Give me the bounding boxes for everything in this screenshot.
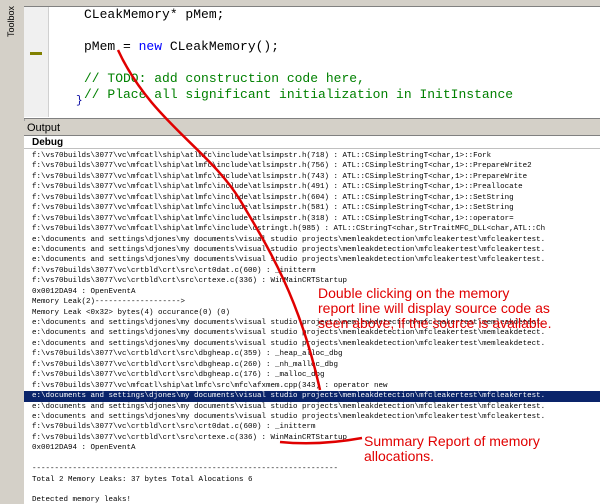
output-line-selected[interactable]: e:\documents and settings\djones\my docu…: [24, 391, 600, 402]
output-line[interactable]: f:\vs70builds\3077\vc\crtbld\crt\src\dbg…: [32, 349, 600, 359]
output-line[interactable]: e:\documents and settings\djones\my docu…: [32, 402, 600, 412]
output-line[interactable]: f:\vs70builds\3077\vc\crtbld\crt\src\dbg…: [32, 370, 600, 380]
code-token: pMem =: [84, 39, 139, 54]
code-line[interactable]: [84, 55, 513, 71]
code-editor[interactable]: CLeakMemory* pMem; pMem = new CLeakMemory…: [24, 0, 600, 119]
toolbox-label[interactable]: Toolbox: [6, 6, 16, 37]
code-line[interactable]: pMem = new CLeakMemory();: [84, 39, 513, 55]
output-line[interactable]: e:\documents and settings\djones\my docu…: [32, 412, 600, 422]
keyword-new: new: [138, 39, 163, 54]
output-line[interactable]: e:\documents and settings\djones\my docu…: [32, 339, 600, 349]
output-line[interactable]: f:\vs70builds\3077\vc\mfcatl\ship\atlmfc…: [32, 172, 600, 182]
code-brace: }: [76, 95, 83, 107]
output-line[interactable]: f:\vs70builds\3077\vc\mfcatl\ship\atlmfc…: [32, 203, 600, 213]
output-pane-selector[interactable]: Debug: [24, 135, 600, 149]
output-line[interactable]: e:\documents and settings\djones\my docu…: [32, 255, 600, 265]
output-line[interactable]: Total 2 Memory Leaks: 37 bytes Total Alo…: [32, 475, 600, 485]
output-line[interactable]: ----------------------------------------…: [32, 464, 600, 474]
code-line[interactable]: [84, 23, 513, 39]
code-line[interactable]: // TODO: add construction code here,: [84, 71, 513, 87]
output-line[interactable]: f:\vs70builds\3077\vc\crtbld\crt\src\crt…: [32, 422, 600, 432]
output-line[interactable]: f:\vs70builds\3077\vc\mfcatl\ship\atlmfc…: [32, 214, 600, 224]
toolbox-strip[interactable]: Toolbox: [0, 0, 25, 124]
summary-annotation: Summary Report of memory allocations.: [364, 433, 540, 464]
output-line[interactable]: f:\vs70builds\3077\vc\mfcatl\ship\atlmfc…: [32, 381, 600, 391]
current-line-marker-icon: [30, 52, 42, 55]
output-line[interactable]: f:\vs70builds\3077\vc\crtbld\crt\src\crt…: [32, 266, 600, 276]
output-line[interactable]: f:\vs70builds\3077\vc\mfcatl\ship\atlmfc…: [32, 193, 600, 203]
output-line[interactable]: f:\vs70builds\3077\vc\crtbld\crt\src\dbg…: [32, 360, 600, 370]
code-lines[interactable]: CLeakMemory* pMem; pMem = new CLeakMemory…: [84, 7, 513, 103]
output-line[interactable]: [32, 485, 600, 495]
code-line[interactable]: CLeakMemory* pMem;: [84, 7, 513, 23]
output-line[interactable]: f:\vs70builds\3077\vc\mfcatl\ship\atlmfc…: [32, 182, 600, 192]
code-token: CLeakMemory();: [162, 39, 280, 54]
output-window-title: Output: [24, 121, 600, 135]
output-line[interactable]: e:\documents and settings\djones\my docu…: [32, 245, 600, 255]
output-line[interactable]: f:\vs70builds\3077\vc\mfcatl\ship\atlmfc…: [32, 151, 600, 161]
double-click-annotation: Double clicking on the memory report lin…: [318, 285, 552, 331]
code-line[interactable]: // Place all significant initialization …: [84, 87, 513, 103]
file-tab-strip[interactable]: [24, 0, 600, 7]
editor-gutter: [24, 7, 49, 117]
output-line[interactable]: f:\vs70builds\3077\vc\mfcatl\ship\atlmfc…: [32, 224, 600, 234]
output-line[interactable]: f:\vs70builds\3077\vc\mfcatl\ship\atlmfc…: [32, 161, 600, 171]
output-line[interactable]: e:\documents and settings\djones\my docu…: [32, 235, 600, 245]
output-line[interactable]: Detected memory leaks!: [32, 495, 600, 504]
